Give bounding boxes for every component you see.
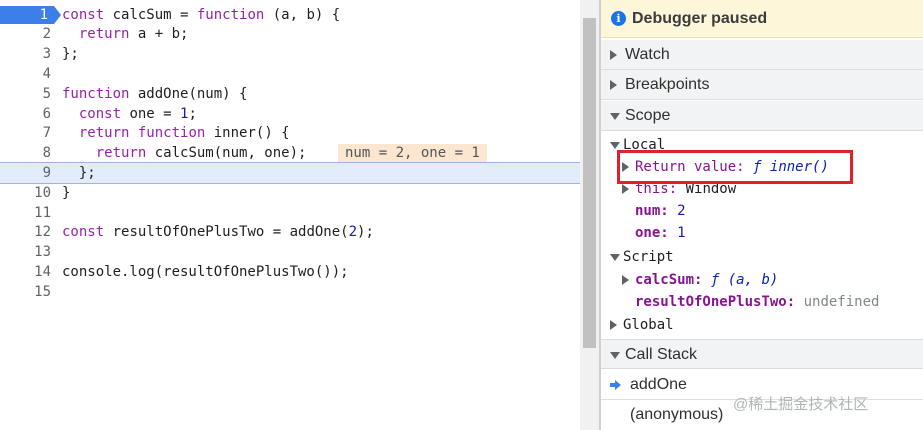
code-line-7[interactable]: 7 return function inner() {	[0, 123, 580, 143]
script-scope-label: Script	[623, 249, 674, 265]
line-number[interactable]: 10	[0, 183, 54, 203]
code-text: const one = 1;	[78, 106, 197, 122]
line-number[interactable]: 5	[0, 84, 54, 104]
triangle-right-icon	[610, 50, 617, 60]
scope-label: Scope	[625, 107, 671, 124]
scope-global-row[interactable]: Global	[601, 314, 923, 336]
result-name: resultOfOnePlusTwo:	[635, 294, 796, 310]
result-value: undefined	[803, 294, 880, 310]
paused-status-text: Debugger paused	[632, 10, 768, 27]
watch-label: Watch	[625, 46, 670, 63]
line-number[interactable]: 9	[0, 163, 54, 183]
execution-line-marker[interactable]: 1	[0, 6, 61, 24]
calcsum-signature: (a, b)	[727, 272, 779, 288]
num-name: num:	[635, 203, 669, 219]
editor-scrollbar[interactable]	[580, 0, 599, 430]
num-row[interactable]: num: 2	[601, 200, 923, 222]
calcsum-text: calcSum: ƒ (a, b)	[635, 269, 778, 291]
code-line-4[interactable]: 4	[0, 64, 580, 84]
code-text: const resultOfOnePlusTwo = addOne(2);	[62, 224, 374, 240]
code-text: return calcSum(num, one);	[95, 145, 307, 161]
calcsum-name: calcSum:	[635, 272, 703, 288]
code-text: }	[62, 185, 71, 201]
line-number[interactable]: 11	[0, 203, 54, 223]
call-frame-label: (anonymous)	[630, 406, 724, 423]
line-number[interactable]: 6	[0, 104, 54, 124]
triangle-right-icon	[622, 275, 629, 285]
return-value-highlight-box	[617, 150, 853, 184]
scope-script-row[interactable]: Script	[601, 246, 923, 268]
arrow-right-icon	[610, 380, 621, 390]
info-icon: i	[611, 11, 626, 26]
code-text: return function inner() {	[78, 125, 290, 141]
code-editor[interactable]: 1 const calcSum = function (a, b) { 2 re…	[0, 0, 580, 430]
code-text: function addOne(num) {	[62, 86, 248, 102]
num-text: num: 2	[635, 200, 686, 222]
global-scope-label: Global	[623, 317, 674, 333]
code-line-5[interactable]: 5 function addOne(num) {	[0, 84, 580, 104]
line-number[interactable]: 4	[0, 64, 54, 84]
code-line-9-current[interactable]: 9 };	[0, 162, 580, 184]
code-text: };	[62, 46, 79, 62]
triangle-right-icon	[610, 320, 617, 330]
triangle-right-icon	[610, 80, 617, 90]
code-line-11[interactable]: 11	[0, 203, 580, 223]
triangle-down-icon	[610, 352, 620, 359]
code-text: const calcSum = function (a, b) {	[62, 7, 341, 23]
line-number[interactable]: 15	[0, 282, 54, 302]
code-line-1[interactable]: 1 const calcSum = function (a, b) {	[0, 5, 580, 25]
calcsum-row[interactable]: calcSum: ƒ (a, b)	[601, 269, 923, 291]
result-text: resultOfOnePlusTwo: undefined	[635, 291, 879, 313]
code-line-12[interactable]: 12 const resultOfOnePlusTwo = addOne(2);	[0, 222, 580, 242]
num-value: 2	[677, 203, 686, 219]
line-number[interactable]: 14	[0, 262, 54, 282]
call-frame-label: addOne	[630, 376, 687, 393]
breakpoints-label: Breakpoints	[625, 76, 710, 93]
triangle-down-icon	[610, 113, 620, 120]
debugger-sidebar: i Debugger paused Watch Breakpoints Scop…	[601, 0, 923, 430]
code-line-2[interactable]: 2 return a + b;	[0, 24, 580, 44]
breakpoints-section-header[interactable]: Breakpoints	[601, 70, 923, 100]
line-number[interactable]: 8	[0, 143, 54, 163]
call-stack-label: Call Stack	[625, 346, 698, 363]
code-text: };	[62, 165, 96, 181]
line-number[interactable]: 13	[0, 242, 54, 262]
function-glyph: ƒ	[710, 272, 720, 288]
code-line-14[interactable]: 14 console.log(resultOfOnePlusTwo());	[0, 262, 580, 282]
triangle-right-icon	[622, 184, 629, 194]
call-stack-section-header[interactable]: Call Stack	[601, 339, 923, 369]
editor-scrollbar-thumb[interactable]	[583, 18, 596, 348]
watermark-text: @稀土掘金技术社区	[733, 396, 869, 413]
watch-section-header[interactable]: Watch	[601, 40, 923, 70]
scope-section-header[interactable]: Scope	[601, 101, 923, 131]
code-line-6[interactable]: 6 const one = 1;	[0, 104, 580, 124]
line-number[interactable]: 7	[0, 123, 54, 143]
one-row[interactable]: one: 1	[601, 222, 923, 244]
line-number[interactable]: 2	[0, 24, 54, 44]
debugger-paused-banner: i Debugger paused	[601, 0, 923, 38]
code-line-15[interactable]: 15	[0, 282, 580, 302]
line-number[interactable]: 3	[0, 44, 54, 64]
one-value: 1	[677, 225, 686, 241]
one-text: one: 1	[635, 222, 686, 244]
triangle-down-icon	[610, 142, 620, 149]
triangle-down-icon	[610, 254, 620, 261]
one-name: one:	[635, 225, 669, 241]
result-row[interactable]: resultOfOnePlusTwo: undefined	[601, 291, 923, 313]
code-line-10[interactable]: 10 }	[0, 183, 580, 203]
line-number[interactable]: 12	[0, 222, 54, 242]
code-line-3[interactable]: 3 };	[0, 44, 580, 64]
code-line-8[interactable]: 8 return calcSum(num, one); num = 2, one…	[0, 143, 580, 163]
inline-value-hint: num = 2, one = 1	[338, 144, 487, 162]
code-text: return a + b;	[78, 26, 189, 42]
code-line-13[interactable]: 13	[0, 242, 580, 262]
code-text: console.log(resultOfOnePlusTwo());	[62, 264, 349, 280]
